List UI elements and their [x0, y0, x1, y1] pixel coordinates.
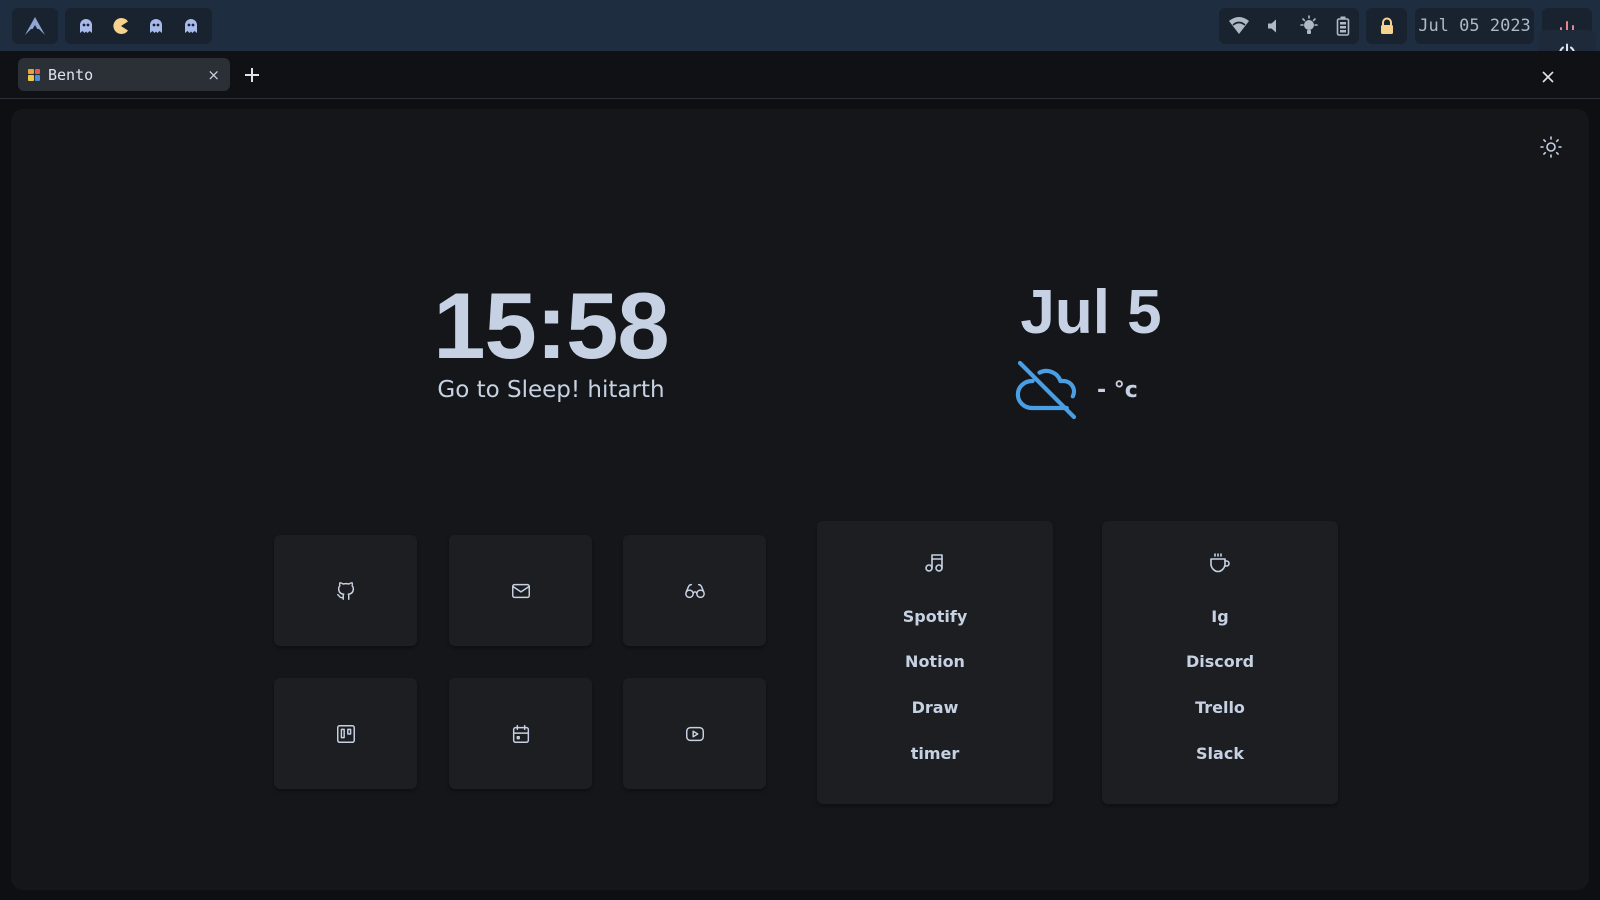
github-link-button[interactable] — [274, 535, 417, 646]
tab-bento[interactable]: Bento × — [18, 58, 230, 91]
tab-title: Bento — [48, 65, 94, 84]
weather-widget: - °c — [1011, 354, 1138, 426]
mail-icon — [510, 580, 532, 602]
date-display: Jul 5 — [1020, 278, 1162, 347]
link-timer[interactable]: timer — [817, 744, 1053, 763]
bento-page: 15:58 Go to Sleep! hitarth Jul 5 - °c Sp… — [11, 109, 1589, 890]
music-links-card: Spotify Notion Draw timer — [817, 521, 1053, 804]
social-links-card: Ig Discord Trello Slack — [1102, 521, 1338, 804]
workspace-switcher — [65, 8, 212, 44]
close-icon — [1542, 71, 1554, 83]
topbar-date: Jul 05 2023 — [1415, 8, 1534, 44]
arch-logo-icon — [24, 16, 46, 36]
coffee-icon — [1206, 549, 1234, 577]
glasses-icon — [683, 580, 707, 602]
calendar-icon — [510, 723, 532, 745]
lock-button[interactable] — [1366, 8, 1407, 44]
youtube-link-button[interactable] — [623, 678, 766, 789]
wifi-icon[interactable] — [1228, 17, 1250, 35]
temperature-text: - °c — [1097, 377, 1138, 403]
new-tab-button[interactable] — [240, 63, 264, 87]
battery-icon[interactable] — [1336, 16, 1350, 36]
trello-icon — [335, 723, 357, 745]
tab-close-button[interactable]: × — [207, 66, 220, 84]
greeting-text: Go to Sleep! hitarth — [437, 377, 665, 403]
youtube-icon — [683, 723, 707, 745]
link-slack[interactable]: Slack — [1102, 744, 1338, 763]
ghost-icon — [78, 18, 94, 34]
link-discord[interactable]: Discord — [1102, 652, 1338, 671]
ghost-icon — [148, 18, 164, 34]
github-icon — [335, 580, 357, 602]
link-trello[interactable]: Trello — [1102, 698, 1338, 717]
link-notion[interactable]: Notion — [817, 652, 1053, 671]
workspace-4[interactable] — [180, 15, 202, 37]
reading-link-button[interactable] — [623, 535, 766, 646]
cloud-off-icon — [1011, 354, 1083, 426]
system-tray — [1219, 8, 1359, 44]
workspace-2-active[interactable] — [110, 15, 132, 37]
pacman-icon — [112, 17, 130, 35]
ghost-icon — [183, 18, 199, 34]
tab-strip: Bento × — [0, 51, 1600, 99]
mail-link-button[interactable] — [449, 535, 592, 646]
volume-icon[interactable] — [1266, 18, 1282, 34]
bento-favicon-icon — [28, 68, 40, 81]
music-icon — [921, 549, 949, 577]
link-spotify[interactable]: Spotify — [817, 607, 1053, 626]
trello-link-button[interactable] — [274, 678, 417, 789]
sun-icon — [1539, 135, 1563, 159]
calendar-link-button[interactable] — [449, 678, 592, 789]
window-close-button[interactable] — [1538, 67, 1558, 87]
clock-time: 15:58 — [433, 273, 669, 378]
link-draw[interactable]: Draw — [817, 698, 1053, 717]
workspace-1[interactable] — [75, 15, 97, 37]
top-bar: Jul 05 2023 — [0, 0, 1600, 51]
arch-menu-button[interactable] — [12, 8, 58, 44]
workspace-3[interactable] — [145, 15, 167, 37]
plus-icon — [243, 66, 261, 84]
lock-icon — [1379, 17, 1395, 35]
theme-toggle-button[interactable] — [1538, 134, 1564, 160]
brightness-icon[interactable] — [1298, 15, 1320, 37]
link-ig[interactable]: Ig — [1102, 607, 1338, 626]
